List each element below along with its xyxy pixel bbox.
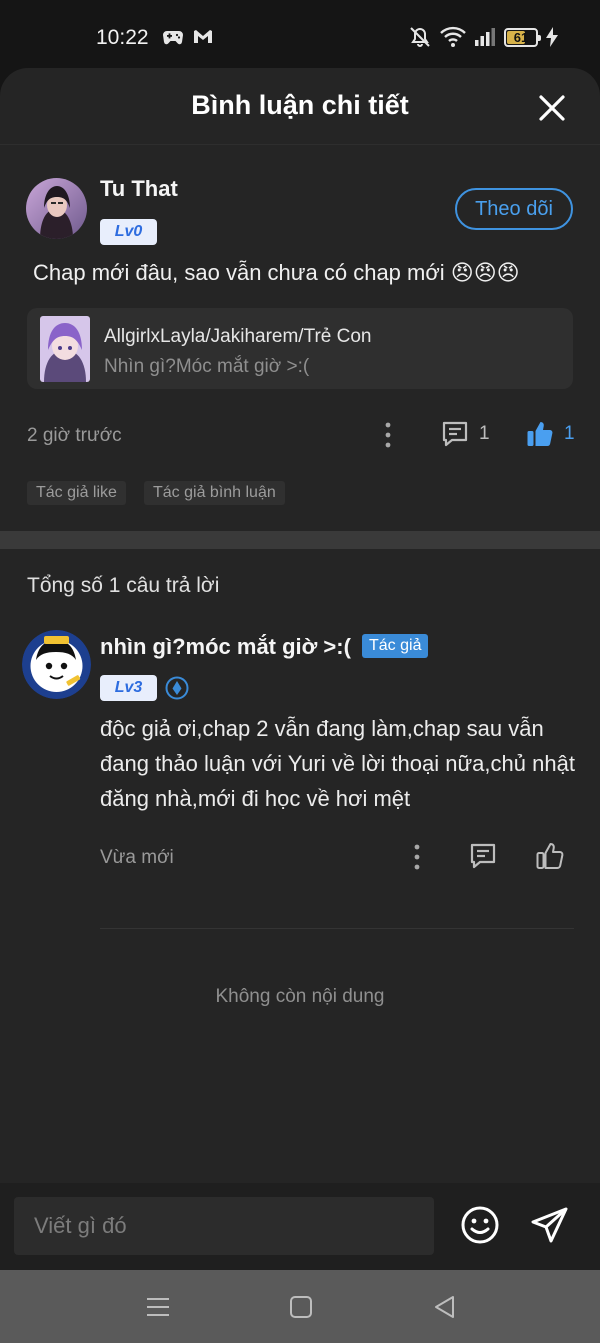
sheet-title: Bình luận chi tiết — [191, 90, 409, 120]
home-icon[interactable] — [288, 1294, 314, 1320]
reply-level-badge: Lv3 — [100, 675, 157, 701]
mute-icon — [410, 27, 430, 47]
reply-text: độc giả ơi,chap 2 vẫn đang làm,chap sau … — [100, 716, 575, 811]
send-icon[interactable] — [530, 1205, 570, 1245]
charging-icon — [546, 27, 558, 47]
thumbs-up-icon — [527, 422, 553, 446]
comment-input[interactable] — [14, 1197, 434, 1255]
author-liked-tag: Tác giả like — [27, 481, 126, 505]
comment-icon — [442, 421, 468, 447]
comment-time: 2 giờ trước — [27, 425, 122, 446]
gamepad-icon — [163, 31, 183, 45]
avatar[interactable] — [26, 178, 87, 239]
story-reference-title: AllgirlxLayla/Jakiharem/Trẻ Con — [104, 326, 372, 347]
status-left-icons — [162, 27, 214, 47]
reply-thumbs-up-icon[interactable] — [536, 842, 564, 870]
reply-user-name[interactable]: nhìn gì?móc mắt giờ >:( — [100, 634, 351, 660]
gmail-icon — [194, 30, 212, 43]
comment-input-bar — [0, 1183, 600, 1270]
close-icon[interactable] — [536, 92, 568, 124]
end-of-list-label: Không còn nội dung — [215, 986, 385, 1007]
story-reference-subtitle: Nhìn gì?Móc mắt giờ >:( — [104, 356, 310, 377]
comment-detail-sheet: Bình luận chi tiết Tu That Lv0 Theo dõi … — [0, 68, 600, 1270]
author-badge: Tác giả — [362, 634, 429, 658]
wifi-icon — [440, 26, 466, 47]
author-commented-tag: Tác giả bình luận — [144, 481, 285, 505]
like-count: 1 — [564, 423, 575, 444]
story-reference-card[interactable]: AllgirlxLayla/Jakiharem/Trẻ Con Nhìn gì?… — [27, 308, 573, 389]
system-nav-bar — [0, 1270, 600, 1343]
list-divider — [100, 928, 574, 929]
reply-more-options-icon[interactable] — [413, 844, 421, 870]
signal-icon — [475, 28, 495, 46]
reply-button[interactable]: 1 — [441, 420, 490, 448]
level-badge: Lv0 — [100, 219, 157, 245]
reply-comment-icon[interactable] — [469, 842, 497, 870]
author-verified-icon — [165, 676, 189, 700]
user-name[interactable]: Tu That — [100, 176, 178, 202]
status-right-icons: 61 — [408, 26, 558, 48]
section-divider — [0, 531, 600, 549]
reply-time: Vừa mới — [100, 847, 174, 868]
header-divider — [0, 144, 600, 145]
more-options-icon[interactable] — [384, 422, 392, 448]
replies-count: Tổng số 1 câu trả lời — [27, 574, 220, 597]
reply-avatar[interactable] — [22, 630, 91, 699]
follow-button[interactable]: Theo dõi — [455, 188, 573, 230]
back-icon[interactable] — [432, 1294, 458, 1320]
comment-text: Chap mới đâu, sao vẫn chưa có chap mới 😠… — [33, 260, 520, 285]
status-time: 10:22 — [96, 26, 149, 49]
status-bar: 10:22 61 — [0, 0, 600, 70]
menu-icon[interactable] — [145, 1294, 171, 1320]
emoji-icon[interactable] — [460, 1205, 500, 1245]
like-button[interactable]: 1 — [526, 420, 575, 448]
story-thumbnail — [40, 316, 90, 382]
reply-count: 1 — [479, 423, 490, 444]
battery-level: 61 — [513, 29, 529, 45]
battery-icon: 61 — [504, 27, 541, 47]
